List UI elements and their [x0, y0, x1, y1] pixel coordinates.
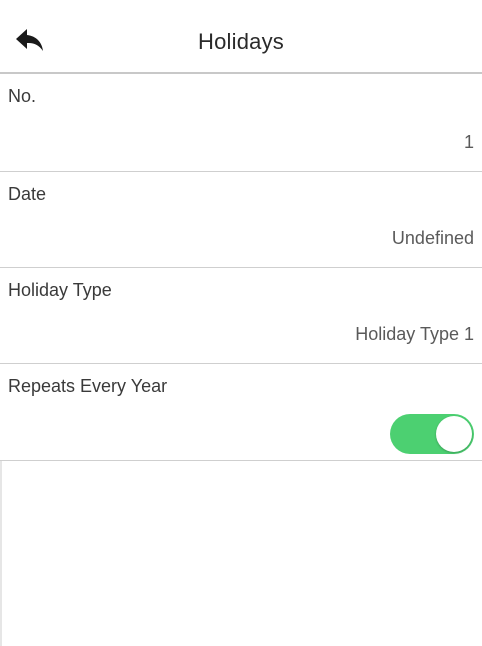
- field-label-number: No.: [8, 86, 37, 106]
- field-row-holiday-type[interactable]: Holiday Type Holiday Type 1: [0, 268, 482, 364]
- field-value-date: Undefined: [391, 228, 474, 248]
- repeats-every-year-toggle[interactable]: [390, 414, 474, 454]
- holidays-screen: Holidays No. 1 Date Undefined Holiday Ty…: [0, 0, 482, 646]
- field-value-number: 1: [463, 132, 474, 152]
- field-label-holiday-type: Holiday Type: [8, 280, 112, 300]
- toggle-knob: [436, 416, 472, 452]
- field-row-number[interactable]: No. 1: [0, 74, 482, 172]
- field-label-repeats-every-year: Repeats Every Year: [8, 376, 168, 396]
- field-row-repeats-every-year[interactable]: Repeats Every Year: [0, 364, 482, 461]
- field-value-holiday-type: Holiday Type 1: [355, 324, 474, 344]
- field-label-date: Date: [8, 184, 47, 204]
- field-row-date[interactable]: Date Undefined: [0, 172, 482, 268]
- header-bar: Holidays: [0, 0, 482, 74]
- page-title: Holidays: [198, 29, 284, 54]
